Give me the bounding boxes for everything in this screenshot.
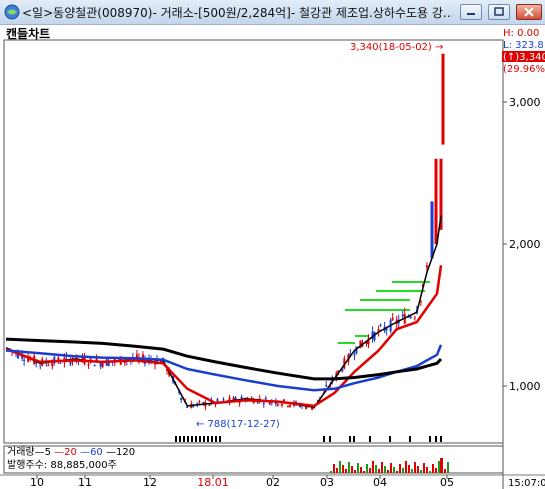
candle-body <box>186 406 189 408</box>
candle-body <box>264 397 267 399</box>
x-tick-label: 03 <box>320 476 334 489</box>
candle-body <box>47 364 50 366</box>
candle-body <box>59 363 62 365</box>
price-info-line: (29.96% <box>503 64 545 75</box>
x-tick-label: 05 <box>440 476 454 489</box>
price-info-line: H: 0.00 <box>503 28 539 39</box>
volume-bar <box>420 470 422 473</box>
candle-body <box>268 402 271 405</box>
candle-body <box>23 359 26 362</box>
x-tick-label: 04 <box>373 476 387 489</box>
volume-bar <box>423 463 425 473</box>
volume-bar <box>342 465 344 473</box>
volume-bar <box>381 462 383 473</box>
volume-bar <box>360 467 362 473</box>
candle-body <box>401 314 404 317</box>
candle-body <box>409 316 412 318</box>
y-tick-label: 1,000 <box>509 380 541 393</box>
x-tick-label: 11 <box>78 476 92 489</box>
volume-bar <box>399 464 401 473</box>
price-info-line: L: 323.8 <box>503 40 544 51</box>
volume-bar <box>393 467 395 473</box>
time-label: 15:07:0 <box>508 478 545 489</box>
volume-bar <box>411 469 413 473</box>
volume-bar <box>438 461 440 473</box>
x-tick-label: 10 <box>30 476 44 489</box>
volume-legend: 거래량—5 —20 —60 —120 <box>7 446 135 458</box>
volume-bar <box>375 465 377 473</box>
candle-body <box>288 404 291 407</box>
volume-bar <box>339 461 341 473</box>
shares-outstanding: 발행주수: 88,885,000주 <box>7 459 117 471</box>
candle-body <box>276 403 279 406</box>
candle-chart[interactable]: 3,000 2,000 1,000 10 11 12 18.01 02 03 04 05 15:07:… <box>0 0 545 489</box>
candle-body <box>413 317 416 319</box>
candle-body <box>101 363 104 367</box>
x-tick-label: 02 <box>266 476 280 489</box>
volume-bar <box>426 467 428 473</box>
volume-bar <box>435 468 437 473</box>
volume-bar <box>387 470 389 473</box>
volume-bar <box>348 462 350 473</box>
volume-bar <box>336 468 338 473</box>
candle-body <box>286 405 289 407</box>
volume-bar <box>402 468 404 473</box>
high-price-annotation: 3,340(18-05-02) → <box>350 42 443 53</box>
volume-bar <box>351 466 353 473</box>
volume-bar <box>414 462 416 473</box>
volume-bar <box>408 465 410 473</box>
volume-bar <box>405 461 407 473</box>
candle-body <box>379 324 382 326</box>
volume-bar <box>372 461 374 473</box>
volume-bar <box>345 469 347 473</box>
x-tick-label: 12 <box>143 476 157 489</box>
volume-bar <box>378 469 380 473</box>
candle-body <box>262 402 265 405</box>
volume-bar <box>447 462 449 473</box>
candle-body <box>353 354 356 356</box>
y-tick-label: 2,000 <box>509 238 541 251</box>
volume-bar <box>444 469 446 473</box>
candle-body <box>434 158 438 244</box>
y-tick-label: 3,000 <box>509 96 541 109</box>
candle-body <box>93 364 96 367</box>
candle-body <box>208 404 211 406</box>
candle-body <box>325 384 328 387</box>
price-info-line: (↑)3,340 <box>503 52 545 63</box>
candle-body <box>180 397 183 401</box>
volume-bar <box>366 464 368 473</box>
candle-body <box>216 399 219 402</box>
volume-bar <box>440 458 443 473</box>
volume-bar <box>417 466 419 473</box>
candle-body <box>430 201 434 259</box>
volume-bar <box>333 464 335 473</box>
volume-bar <box>390 463 392 473</box>
volume-bar <box>396 471 398 473</box>
volume-bar <box>429 471 431 473</box>
low-price-annotation: ← 788(17-12-27) <box>196 419 280 430</box>
volume-bar <box>357 463 359 473</box>
volume-bar <box>330 471 332 473</box>
x-tick-label: 18.01 <box>197 476 229 489</box>
candle-body <box>51 362 54 367</box>
volume-bar <box>384 466 386 473</box>
volume-bar <box>363 471 365 473</box>
candle-body <box>240 396 243 399</box>
volume-bar <box>432 464 434 473</box>
candle-body <box>123 362 126 364</box>
candle-body <box>425 265 428 268</box>
candle-body <box>391 317 394 320</box>
volume-bar <box>354 470 356 473</box>
candle-body <box>87 364 90 366</box>
candle-body <box>198 401 201 403</box>
candle-body <box>39 364 42 366</box>
candle-body <box>441 53 445 145</box>
candle-body <box>280 404 283 406</box>
volume-bar <box>369 468 371 473</box>
candle-body <box>222 399 225 401</box>
